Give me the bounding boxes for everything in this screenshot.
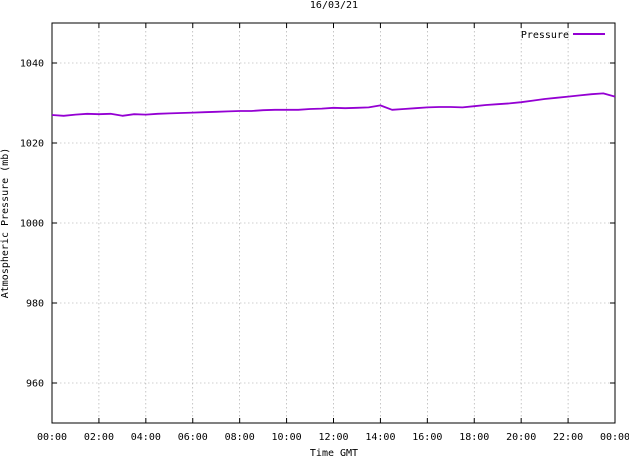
x-tick-label: 02:00	[84, 432, 114, 443]
x-tick-label: 14:00	[365, 432, 395, 443]
x-tick-label: 00:00	[600, 432, 629, 443]
y-tick-label: 980	[26, 299, 44, 310]
legend: Pressure	[521, 30, 605, 41]
x-tick-label: 06:00	[178, 432, 208, 443]
grid-lines	[52, 23, 615, 423]
x-tick-label: 20:00	[506, 432, 536, 443]
y-tick-label: 1000	[20, 219, 44, 230]
x-tick-label: 04:00	[131, 432, 161, 443]
y-tick-label: 1040	[20, 59, 44, 70]
y-axis-label: Atmospheric Pressure (mb)	[0, 148, 11, 299]
y-tick-label: 960	[26, 379, 44, 390]
y-tick-label: 1020	[20, 139, 44, 150]
pressure-chart: 00:00 02:00 04:00 06:00 08:00 10:00 12:00 14:00…	[0, 0, 629, 459]
x-tick-label: 12:00	[318, 432, 348, 443]
chart-title: 16/03/21	[310, 0, 358, 11]
x-axis-label: Time GMT	[310, 448, 358, 459]
x-tick-label: 08:00	[225, 432, 255, 443]
x-tick-label: 16:00	[412, 432, 442, 443]
x-tick-label: 10:00	[272, 432, 302, 443]
x-tick-label: 00:00	[37, 432, 67, 443]
x-axis: 00:00 02:00 04:00 06:00 08:00 10:00 12:00 14:00…	[37, 23, 629, 443]
x-tick-label: 22:00	[553, 432, 583, 443]
x-tick-label: 18:00	[459, 432, 489, 443]
legend-label-pressure: Pressure	[521, 30, 569, 41]
